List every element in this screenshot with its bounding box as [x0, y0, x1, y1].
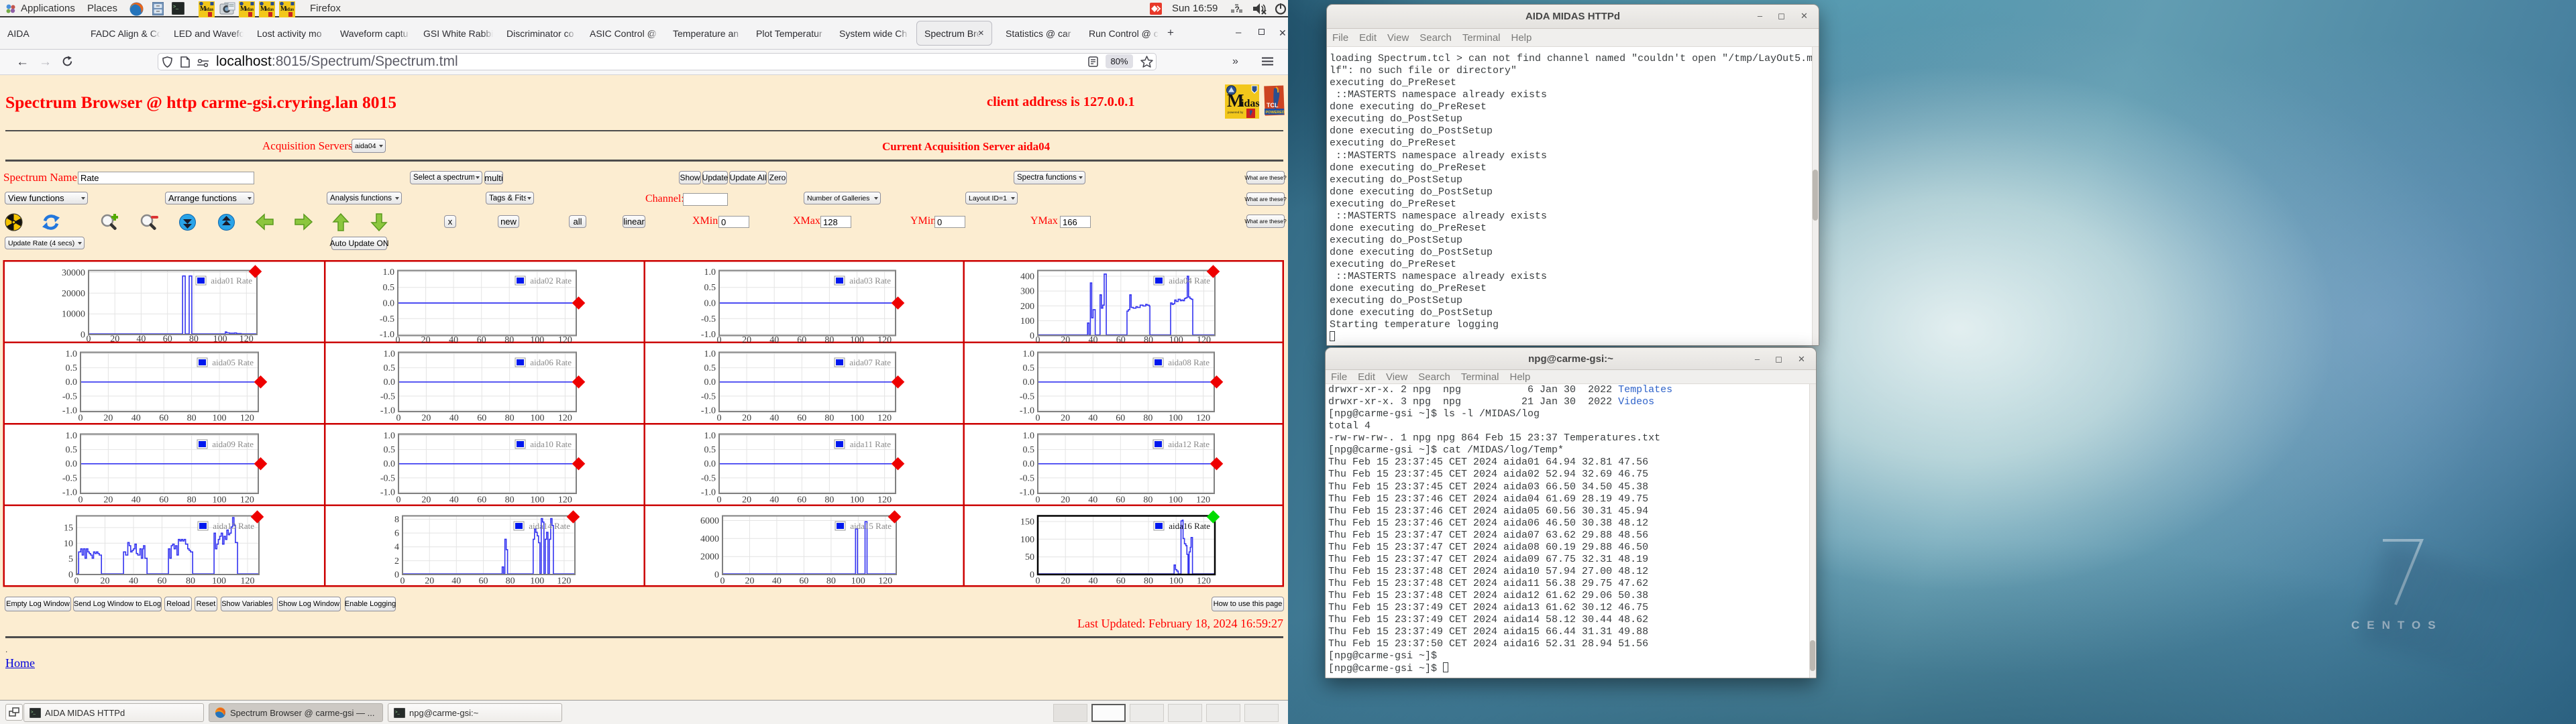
svg-text:idas: idas	[246, 7, 254, 12]
svg-text:>_: >_	[31, 711, 36, 715]
svg-text:?: ?	[1235, 5, 1240, 14]
svg-text:>_: >_	[173, 5, 178, 9]
svg-text:>_: >_	[395, 711, 400, 715]
svg-text:idas: idas	[205, 7, 213, 12]
svg-text:idas: idas	[286, 7, 294, 12]
svg-text:idas: idas	[266, 7, 274, 12]
